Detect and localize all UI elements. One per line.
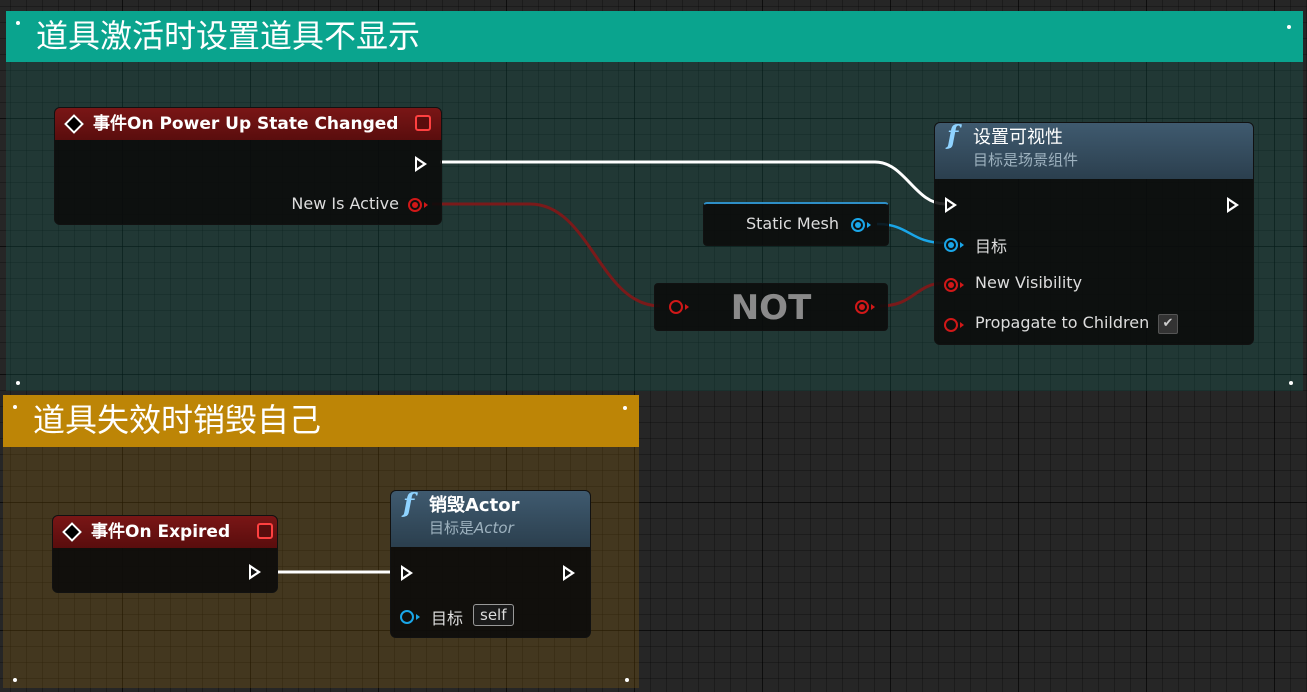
not-node[interactable]: NOT bbox=[654, 283, 888, 331]
node-title: 事件On Power Up State Changed bbox=[93, 114, 399, 134]
data-pin-icon[interactable] bbox=[855, 300, 869, 314]
exec-wire bbox=[440, 160, 946, 206]
event-node-power-up[interactable]: 事件On Power Up State Changed New Is Activ… bbox=[54, 107, 442, 225]
pin-arrow-icon bbox=[867, 222, 871, 228]
data-pin-icon[interactable] bbox=[944, 278, 958, 292]
subtitle-prefix: 目标是 bbox=[429, 519, 475, 537]
variable-node-static-mesh[interactable]: Static Mesh bbox=[703, 202, 889, 246]
data-pin-icon[interactable] bbox=[400, 610, 414, 624]
exec-pin-icon[interactable] bbox=[945, 197, 957, 213]
node-subtitle: 目标是Actor bbox=[429, 517, 590, 539]
pin-label: 目标 bbox=[975, 237, 1008, 256]
variable-label: Static Mesh bbox=[746, 214, 839, 233]
pin-arrow-icon bbox=[424, 202, 428, 208]
node-subtitle: 目标是场景组件 bbox=[973, 151, 1079, 169]
exec-pin-icon[interactable] bbox=[249, 564, 261, 580]
exec-pin-icon[interactable] bbox=[563, 565, 575, 581]
data-pin-icon[interactable] bbox=[851, 218, 865, 232]
exec-pin-icon[interactable] bbox=[1227, 197, 1239, 213]
diamond-icon bbox=[64, 114, 84, 134]
node-title: 销毁Actor bbox=[429, 495, 520, 516]
data-pin-icon[interactable] bbox=[944, 238, 958, 252]
pin-label: New Is Active bbox=[291, 194, 399, 213]
self-value-box[interactable]: self bbox=[473, 604, 514, 626]
bool-wire bbox=[432, 202, 661, 308]
subtitle-class: Actor bbox=[474, 519, 514, 537]
pin-arrow-icon bbox=[960, 282, 964, 288]
propagate-checkbox[interactable]: ✔ bbox=[1158, 314, 1178, 334]
pin-label: New Visibility bbox=[975, 273, 1083, 292]
exec-pin-icon[interactable] bbox=[415, 156, 427, 172]
node-title: 事件On Expired bbox=[91, 522, 231, 542]
event-node-expired[interactable]: 事件On Expired bbox=[52, 515, 278, 593]
diamond-icon bbox=[62, 522, 82, 542]
node-title: NOT bbox=[730, 288, 812, 328]
data-pin-icon[interactable] bbox=[944, 318, 958, 332]
data-pin-icon[interactable] bbox=[408, 198, 422, 212]
function-node-destroy-actor[interactable]: f 销毁Actor 目标是Actor 目标 self bbox=[390, 490, 591, 638]
node-header[interactable]: f 销毁Actor 目标是Actor bbox=[391, 491, 590, 547]
pin-label: Propagate to Children bbox=[975, 313, 1150, 332]
node-header[interactable]: f 设置可视性 目标是场景组件 bbox=[935, 123, 1253, 179]
delegate-pin-icon[interactable] bbox=[415, 115, 431, 131]
pin-arrow-icon bbox=[416, 614, 420, 620]
function-node-set-visibility[interactable]: f 设置可视性 目标是场景组件 目标 New Visibility Propag… bbox=[934, 122, 1254, 345]
node-header[interactable]: 事件On Power Up State Changed bbox=[55, 108, 441, 140]
pin-arrow-icon bbox=[960, 322, 964, 328]
pin-arrow-icon bbox=[871, 304, 875, 310]
node-header[interactable]: 事件On Expired bbox=[53, 516, 277, 548]
exec-pin-icon[interactable] bbox=[401, 565, 413, 581]
function-icon: f bbox=[403, 489, 415, 519]
pin-arrow-icon bbox=[960, 242, 964, 248]
delegate-pin-icon[interactable] bbox=[257, 523, 273, 539]
node-title: 设置可视性 bbox=[973, 127, 1063, 148]
pin-label: 目标 bbox=[431, 609, 464, 628]
function-icon: f bbox=[947, 121, 959, 151]
